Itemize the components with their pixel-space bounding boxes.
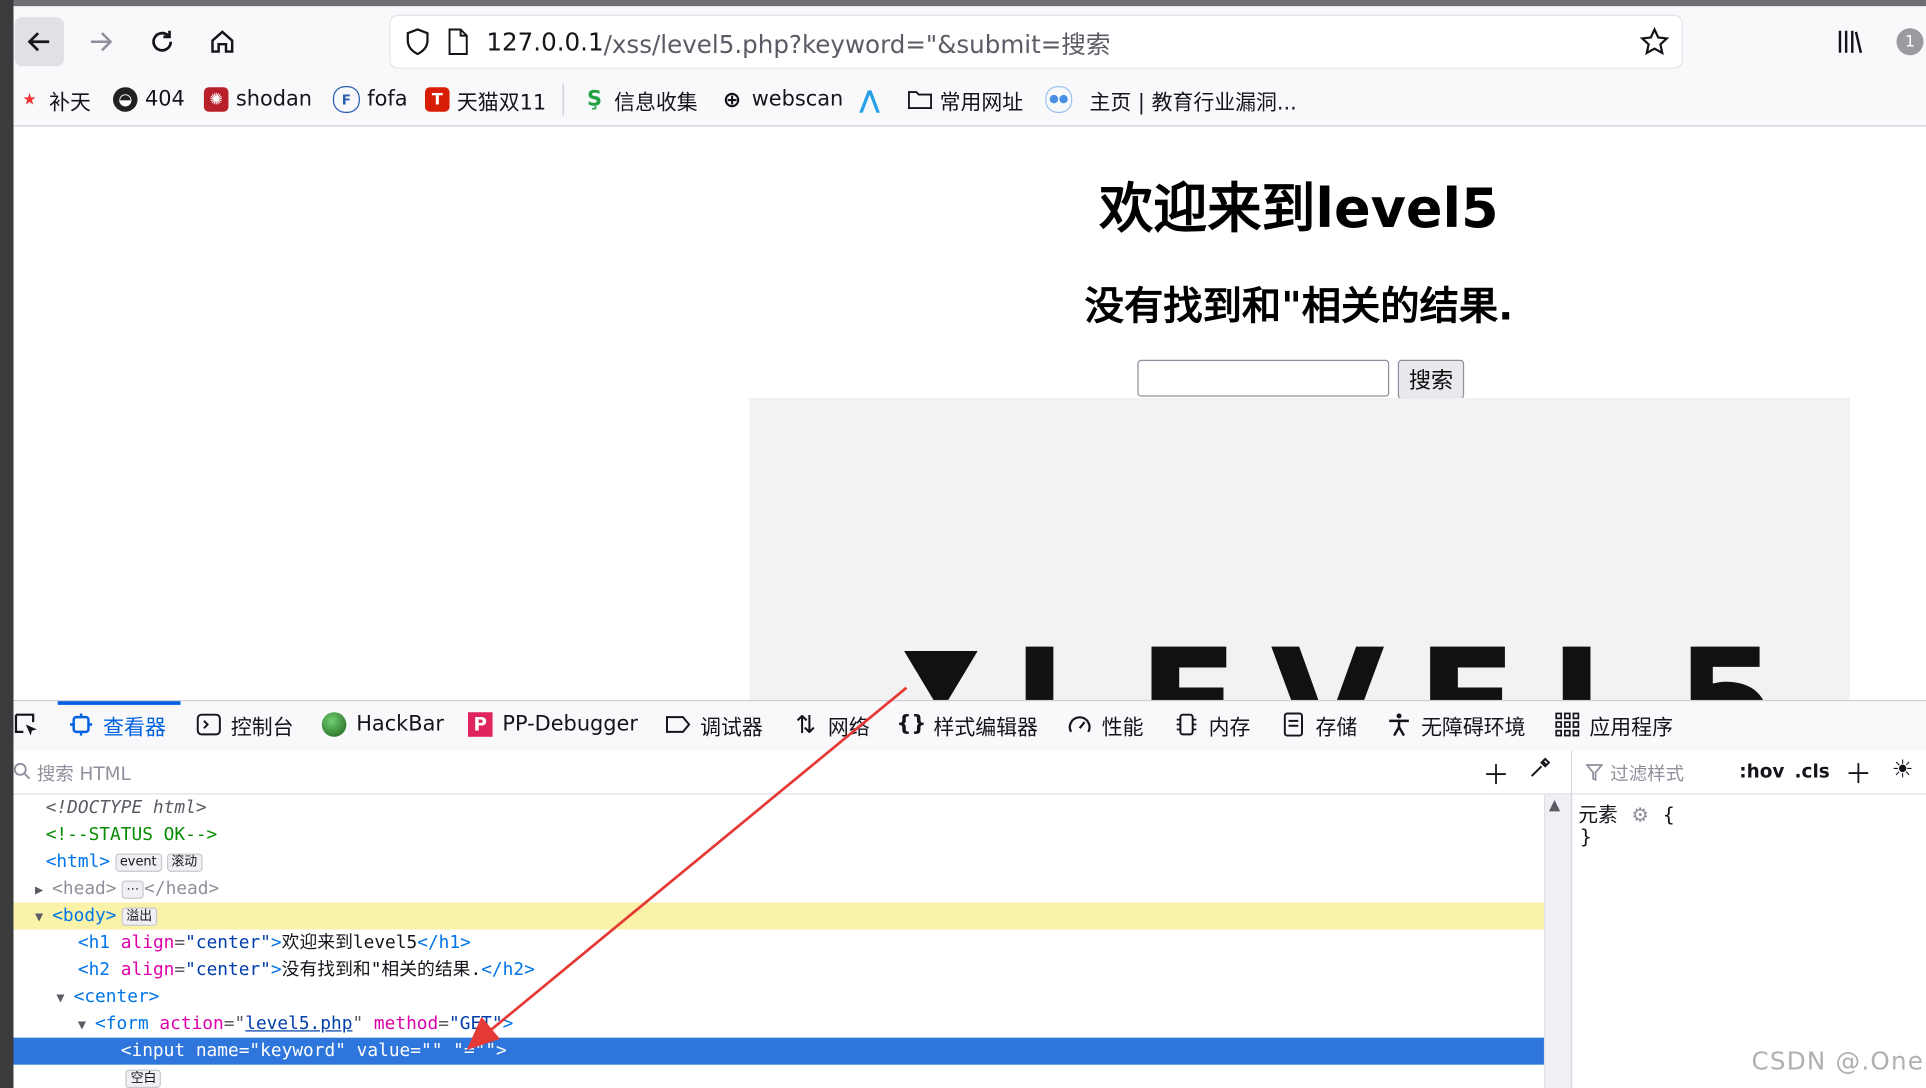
watermark: CSDN @.One [1751, 1046, 1925, 1076]
annotation-arrow [466, 686, 908, 1050]
screenshot-canvas: 127.0.0.1/xss/level5.php?keyword="&submi… [0, 0, 1926, 1088]
